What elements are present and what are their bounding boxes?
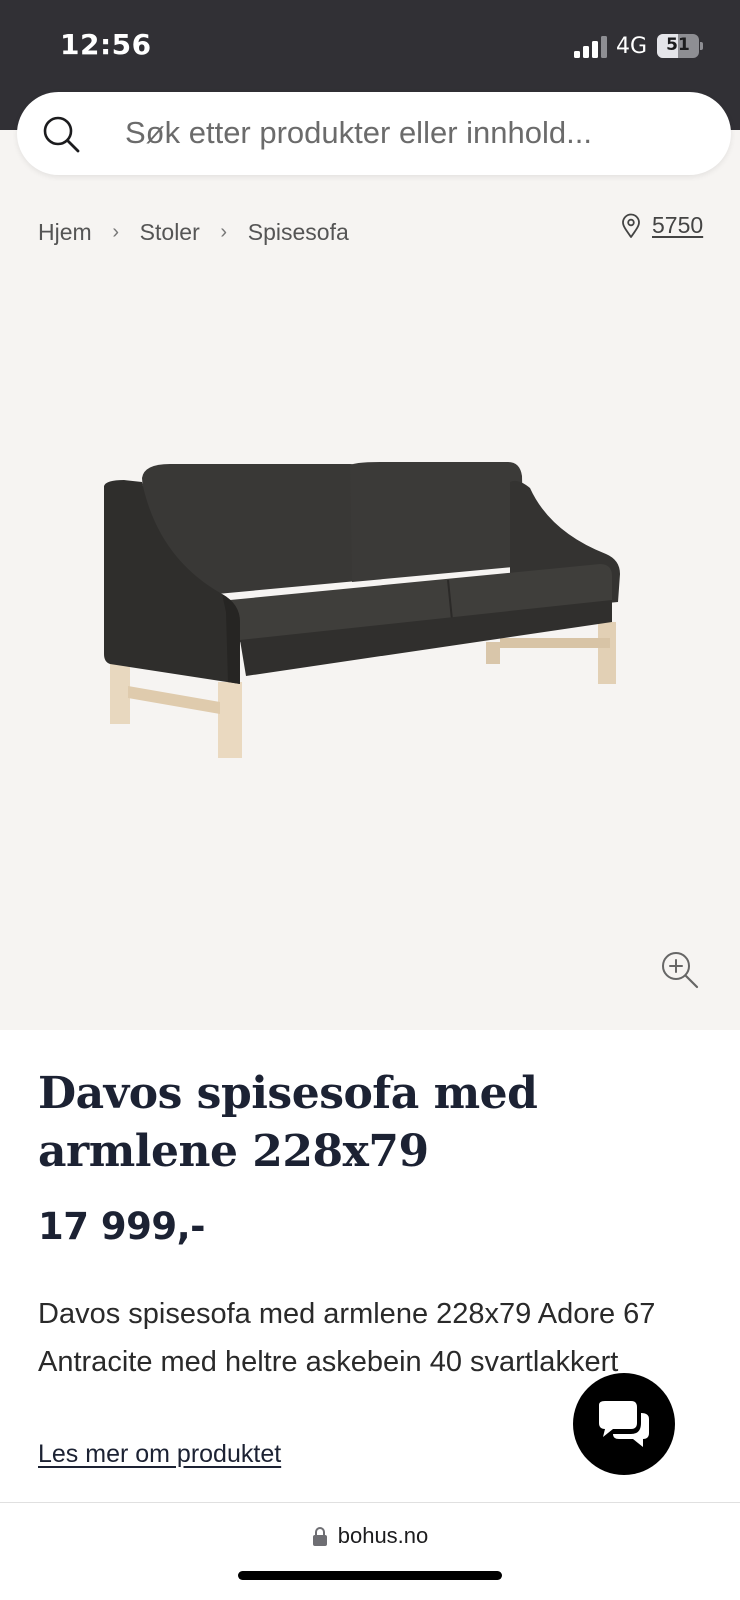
address-bar[interactable]: bohus.no bbox=[0, 1523, 740, 1549]
read-more-link[interactable]: Les mer om produktet bbox=[38, 1440, 281, 1469]
browser-bar: bohus.no bbox=[0, 1502, 740, 1600]
battery-level: 51 bbox=[666, 35, 690, 55]
product-description: Davos spisesofa med armlene 228x79 Adore… bbox=[38, 1298, 656, 1378]
product-price: 17 999,- bbox=[38, 1205, 206, 1248]
breadcrumb: Hjem › Stoler › Spisesofa bbox=[38, 214, 349, 250]
search-input[interactable] bbox=[125, 110, 705, 156]
store-label[interactable]: 5750 bbox=[652, 212, 703, 239]
chat-bubbles-icon bbox=[599, 1401, 649, 1447]
status-time: 12:56 bbox=[60, 28, 152, 61]
home-indicator[interactable] bbox=[238, 1571, 502, 1580]
battery-icon: 51 bbox=[657, 34, 703, 58]
location-pin-icon bbox=[622, 213, 640, 238]
breadcrumb-item-spisesofa[interactable]: Spisesofa bbox=[248, 219, 349, 246]
url-text[interactable]: bohus.no bbox=[338, 1523, 429, 1549]
product-image[interactable] bbox=[100, 462, 640, 782]
search-bar[interactable] bbox=[17, 92, 731, 175]
product-title: Davos spisesofa med armlene 228x79 bbox=[38, 1068, 538, 1177]
network-type: 4G bbox=[616, 34, 648, 59]
breadcrumb-item-stoler[interactable]: Stoler bbox=[140, 219, 200, 246]
zoom-in-icon[interactable] bbox=[660, 950, 700, 990]
breadcrumb-item-hjem[interactable]: Hjem bbox=[38, 219, 92, 246]
chevron-right-icon: › bbox=[112, 220, 119, 243]
chat-button[interactable] bbox=[573, 1373, 675, 1475]
search-icon[interactable] bbox=[41, 114, 81, 154]
lock-icon bbox=[312, 1527, 327, 1546]
store-selector[interactable]: 5750 bbox=[620, 212, 703, 239]
chevron-right-icon: › bbox=[220, 220, 228, 243]
signal-strength-icon bbox=[574, 36, 607, 58]
